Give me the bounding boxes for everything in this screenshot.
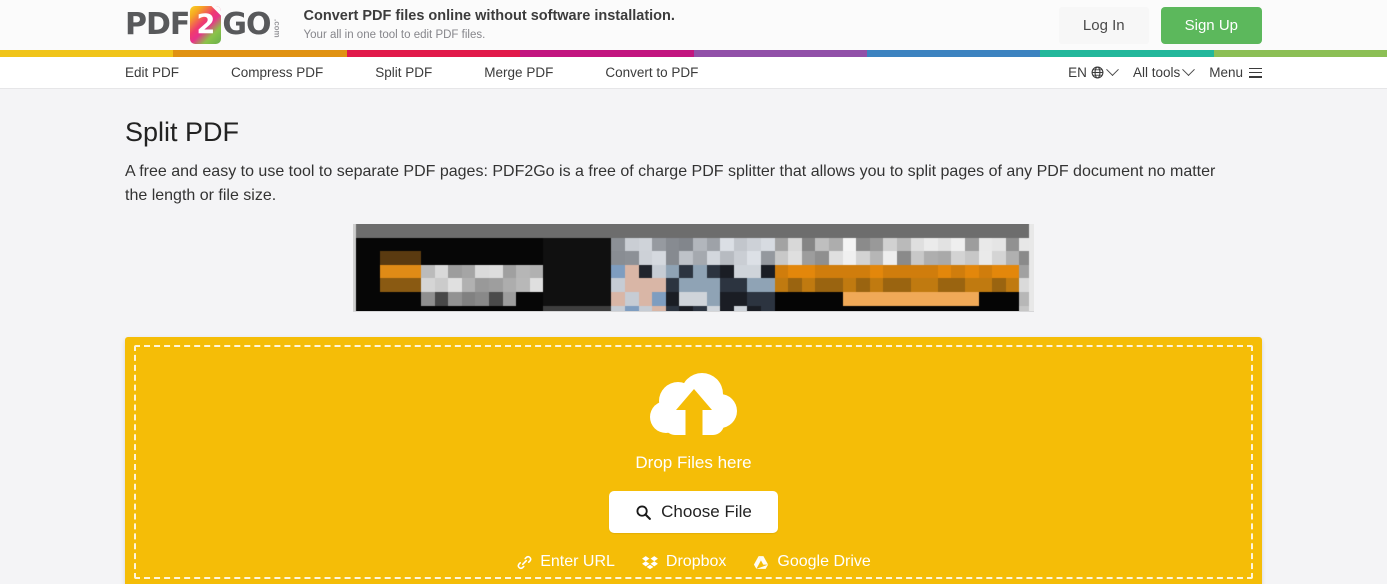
drop-files-label: Drop Files here [635,453,751,473]
nav-primary-links: Edit PDF Compress PDF Split PDF Merge PDF Co… [125,65,724,80]
google-drive-icon [752,554,770,571]
logo-color-square: 2 [190,6,221,44]
file-dropzone[interactable]: Drop Files here Choose File Enter URL Dr… [125,337,1262,584]
logo[interactable]: PDF 2 GO .com Convert PDF files online w… [125,0,675,50]
globe-icon [1091,66,1104,79]
nav-edit-pdf[interactable]: Edit PDF [125,65,205,80]
rainbow-segment-0 [0,50,173,57]
logo-text-two: 2 [190,6,221,44]
header-actions: Log In Sign Up [1059,7,1262,44]
all-tools-label: All tools [1133,65,1180,80]
rainbow-segment-4 [694,50,867,57]
link-icon [516,554,533,571]
logo-text-go: GO [222,10,270,40]
google-drive-link[interactable]: Google Drive [752,553,870,571]
advertisement-banner[interactable] [353,224,1034,311]
page-content: Split PDF A free and easy to use tool to… [0,117,1387,208]
rainbow-segment-5 [867,50,1040,57]
tagline: Convert PDF files online without softwar… [304,7,675,43]
site-header: PDF 2 GO .com Convert PDF files online w… [0,0,1387,50]
hamburger-menu[interactable]: Menu [1209,65,1262,80]
nav-secondary: EN All tools Menu [1068,65,1262,80]
logo-text-pdf: PDF [125,10,189,40]
signup-button[interactable]: Sign Up [1161,7,1262,44]
choose-file-label: Choose File [661,502,752,522]
file-source-links: Enter URL Dropbox Google Drive [516,553,871,571]
hamburger-icon [1249,68,1262,78]
chevron-down-icon [1182,63,1195,76]
cloud-upload-icon [644,369,744,447]
rainbow-segment-1 [173,50,346,57]
rainbow-segment-3 [520,50,693,57]
logo-text-dotcom: .com [273,19,282,38]
enter-url-label: Enter URL [540,553,615,571]
rainbow-segment-7 [1214,50,1387,57]
dropbox-label: Dropbox [666,553,726,571]
nav-compress-pdf[interactable]: Compress PDF [205,65,349,80]
tagline-sub: Your all in one tool to edit PDF files. [304,28,675,43]
enter-url-link[interactable]: Enter URL [516,553,615,571]
search-icon [635,504,652,521]
tagline-main: Convert PDF files online without softwar… [304,7,675,26]
chevron-down-icon [1106,63,1119,76]
nav-merge-pdf[interactable]: Merge PDF [458,65,579,80]
google-drive-label: Google Drive [777,553,870,571]
rainbow-segment-2 [347,50,520,57]
ad-banner-wrapper [0,224,1387,311]
login-button[interactable]: Log In [1059,7,1149,44]
language-label: EN [1068,65,1087,80]
rainbow-divider [0,50,1387,57]
ad-banner-image [353,224,1034,311]
all-tools-menu[interactable]: All tools [1133,65,1193,80]
main-navigation: Edit PDF Compress PDF Split PDF Merge PDF Co… [0,57,1387,89]
nav-convert-to-pdf[interactable]: Convert to PDF [579,65,724,80]
choose-file-button[interactable]: Choose File [609,491,778,533]
nav-split-pdf[interactable]: Split PDF [349,65,458,80]
dropbox-link[interactable]: Dropbox [641,553,726,571]
menu-label: Menu [1209,65,1243,80]
page-title: Split PDF [125,117,1262,148]
page-description: A free and easy to use tool to separate … [125,160,1235,208]
language-selector[interactable]: EN [1068,65,1117,80]
dropzone-dashed-area: Drop Files here Choose File Enter URL Dr… [134,345,1253,579]
dropbox-icon [641,554,659,571]
rainbow-segment-6 [1040,50,1213,57]
